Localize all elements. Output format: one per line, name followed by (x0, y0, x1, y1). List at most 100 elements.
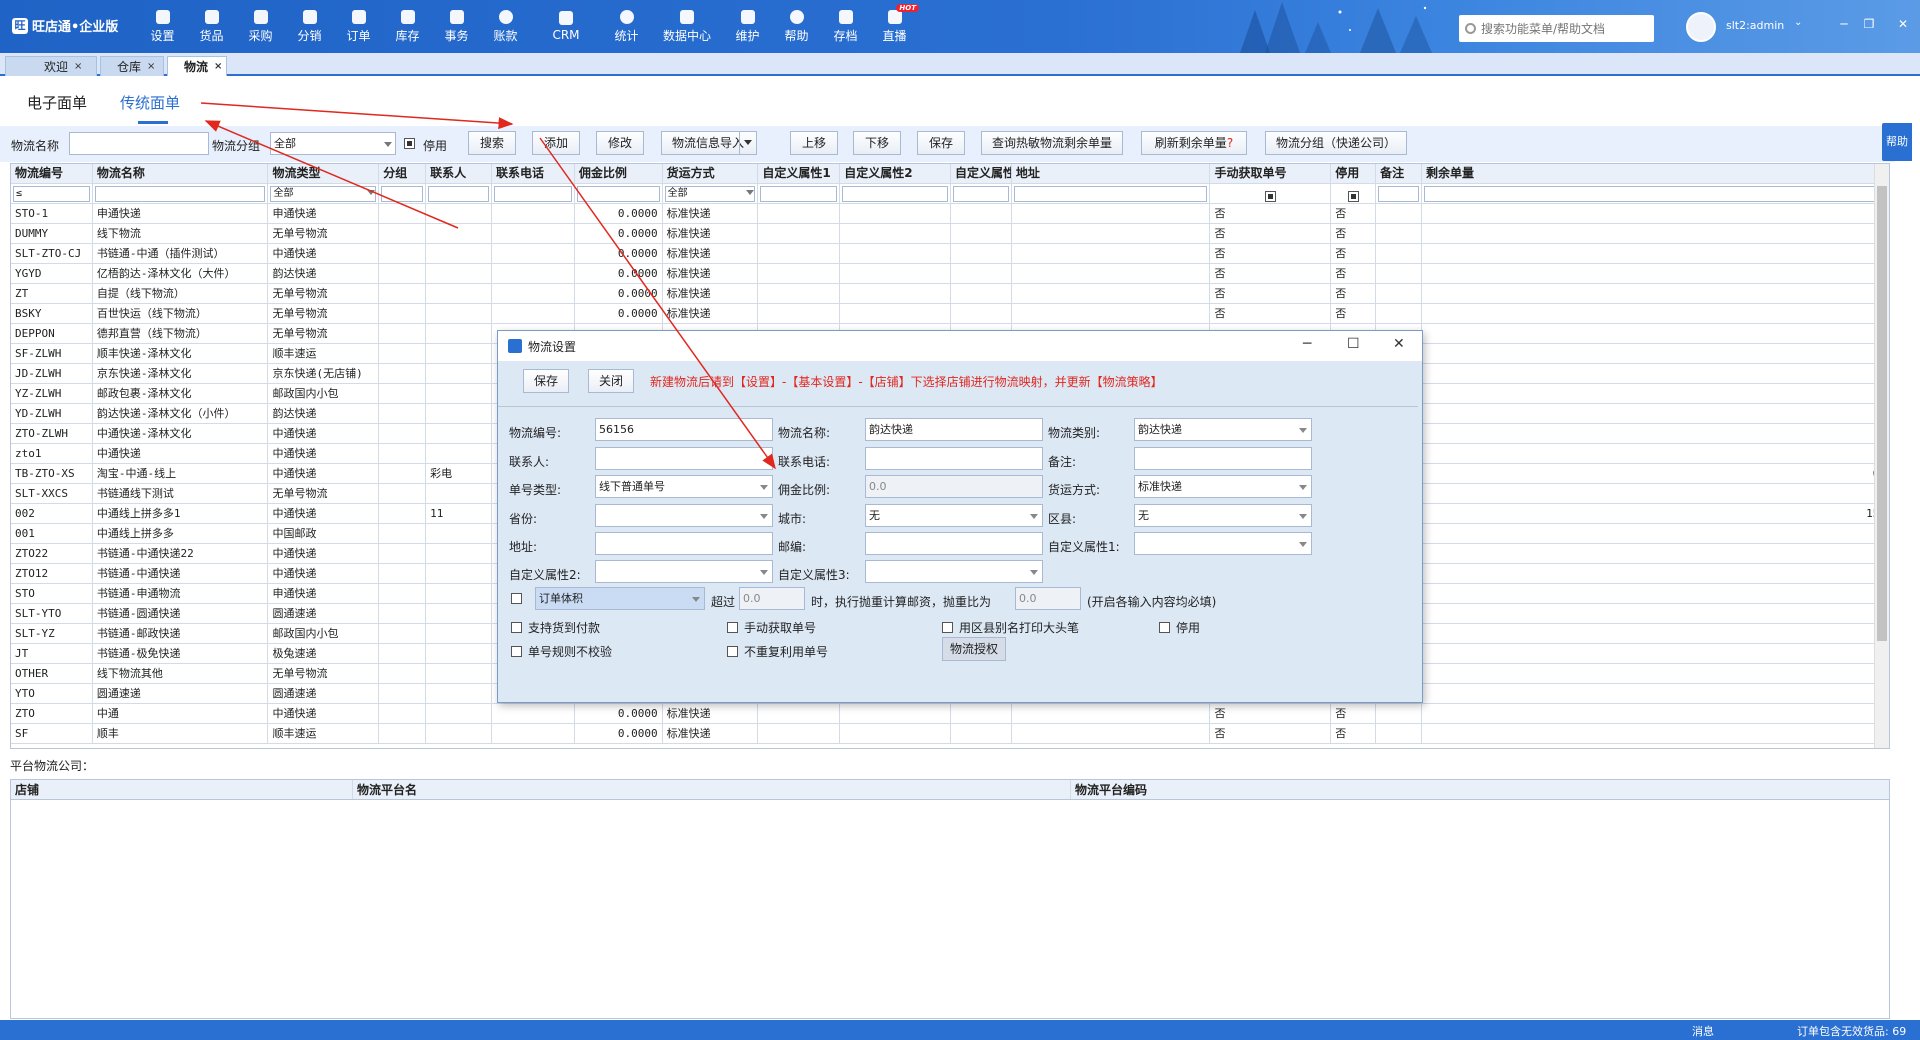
filter-input[interactable] (760, 186, 838, 202)
city-select[interactable]: 无 (865, 504, 1043, 527)
filter-input[interactable] (428, 186, 489, 202)
attr1-select[interactable] (1134, 532, 1312, 555)
disable-option[interactable]: 停用 (1159, 619, 1200, 636)
global-search[interactable] (1459, 15, 1654, 42)
tab-traditional-waybill[interactable]: 传统面单 (120, 92, 180, 113)
menu-item[interactable]: 直播 HOT (870, 0, 919, 53)
filter-input[interactable] (493, 186, 572, 202)
column-header[interactable]: 物流平台名 (353, 780, 1071, 799)
minimize-icon[interactable]: ─ (1303, 336, 1311, 352)
filter-input[interactable]: ≤ (13, 186, 90, 202)
alias-option[interactable]: 用区县别名打印大头笔 (942, 619, 1079, 636)
filter-input[interactable] (1378, 186, 1420, 202)
cod-checkbox[interactable] (511, 622, 522, 633)
table-row[interactable]: YGYD 亿梧韵达-泽林文化（大件） 韵达快递 0.0000 标准快递 否否 (11, 264, 1889, 284)
column-header[interactable]: 手动获取单号 (1210, 164, 1332, 184)
menu-item[interactable]: 账款 (481, 0, 530, 53)
rate-input[interactable]: 0.0 (865, 475, 1043, 498)
column-header[interactable]: 自定义属性2 (840, 164, 952, 184)
column-header[interactable]: 货运方式 (662, 164, 759, 184)
logistics-group-company-button[interactable]: 物流分组（快递公司） (1265, 131, 1407, 155)
ship-select[interactable]: 标准快递 (1134, 475, 1312, 498)
filter-input[interactable]: 全部 (270, 186, 377, 202)
scroll-thumb[interactable] (1877, 186, 1887, 641)
dialog-close-button[interactable]: 关闭 (588, 369, 634, 393)
type-select[interactable]: 韵达快递 (1134, 418, 1312, 441)
column-header[interactable]: 自定义属性 (951, 164, 1012, 184)
filter-input[interactable] (953, 186, 1009, 202)
filter-input[interactable] (576, 186, 660, 202)
name-input[interactable]: 韵达快递 (865, 418, 1043, 441)
filter-input[interactable] (842, 186, 949, 202)
phone-input[interactable] (865, 447, 1043, 470)
table-row[interactable]: ZTO 中通 中通快递 0.0000 标准快递 否否 (11, 704, 1889, 724)
menu-item[interactable]: 订单 (334, 0, 383, 53)
attr3-select[interactable] (865, 560, 1043, 583)
column-header[interactable]: 物流编号 (11, 164, 93, 184)
ratio-input[interactable]: 0.0 (1015, 587, 1081, 610)
menu-item[interactable]: 库存 (383, 0, 432, 53)
table-row[interactable]: ZT 自提（线下物流） 无单号物流 0.0000 标准快递 否否 (11, 284, 1889, 304)
attr2-select[interactable] (595, 560, 773, 583)
zip-input[interactable] (865, 532, 1043, 555)
column-header[interactable]: 备注 (1376, 164, 1423, 184)
manual-checkbox[interactable] (727, 622, 738, 633)
table-row[interactable]: DUMMY 线下物流 无单号物流 0.0000 标准快递 否否 (11, 224, 1889, 244)
column-header[interactable]: 自定义属性1 (758, 164, 841, 184)
column-header[interactable]: 物流名称 (92, 164, 269, 184)
address-input[interactable] (595, 532, 773, 555)
logistics-name-input[interactable] (69, 132, 209, 155)
no-rule-checkbox[interactable] (511, 646, 522, 657)
filter-input[interactable] (94, 186, 266, 202)
close-icon[interactable]: ✕ (1393, 336, 1405, 352)
filter-checkbox[interactable] (1264, 190, 1276, 202)
search-input[interactable] (1481, 21, 1641, 36)
search-button[interactable]: 搜索 (468, 131, 516, 155)
tab-welcome[interactable]: 欢迎 × (5, 56, 97, 76)
column-header[interactable]: 停用 (1331, 164, 1377, 184)
move-down-button[interactable]: 下移 (853, 131, 901, 155)
message-label[interactable]: 消息 (1692, 1023, 1714, 1039)
menu-item[interactable]: 采购 (236, 0, 285, 53)
column-header[interactable]: 佣金比例 (574, 164, 663, 184)
maximize-icon[interactable]: ☐ (1347, 336, 1360, 352)
alias-checkbox[interactable] (942, 622, 953, 633)
no-reuse-option[interactable]: 不重复利用单号 (727, 643, 828, 660)
table-row[interactable]: STO-1 申通快递 申通快递 0.0000 标准快递否否 (11, 204, 1889, 224)
help-button[interactable]: 帮助 (1882, 123, 1912, 161)
tab-logistics[interactable]: 物流 × (167, 56, 227, 76)
close-tab-icon[interactable]: × (74, 61, 82, 72)
over-input[interactable]: 0.0 (739, 587, 805, 610)
dialog-save-button[interactable]: 保存 (523, 369, 569, 393)
disabled-checkbox[interactable] (404, 138, 415, 149)
avatar[interactable] (1686, 12, 1716, 42)
column-header[interactable]: 地址 (1011, 164, 1211, 184)
tab-warehouse[interactable]: 仓库 × (100, 56, 164, 76)
chevron-down-icon[interactable]: ⌄ (1794, 17, 1802, 28)
code-input[interactable]: 56156 (595, 418, 773, 441)
restore-icon[interactable]: ❐ (1862, 17, 1876, 31)
no-reuse-checkbox[interactable] (727, 646, 738, 657)
column-header[interactable]: 剩余单量 (1422, 164, 1889, 184)
menu-item[interactable]: 数据中心 (651, 0, 723, 53)
volume-checkbox[interactable] (511, 593, 522, 604)
no-rule-option[interactable]: 单号规则不校验 (511, 643, 612, 660)
import-dropdown[interactable] (739, 132, 756, 154)
bill-type-select[interactable]: 线下普通单号 (595, 475, 773, 498)
disable-checkbox[interactable] (1159, 622, 1170, 633)
move-up-button[interactable]: 上移 (790, 131, 838, 155)
table-row[interactable]: BSKY 百世快运（线下物流） 无单号物流 0.0000 标准快递 否否 (11, 304, 1889, 324)
cod-option[interactable]: 支持货到付款 (511, 619, 600, 636)
filter-input[interactable]: 全部 (664, 186, 756, 202)
add-button[interactable]: 添加 (532, 131, 580, 155)
edit-button[interactable]: 修改 (596, 131, 644, 155)
minimize-icon[interactable]: ─ (1837, 17, 1851, 31)
column-header[interactable]: 联系电话 (491, 164, 575, 184)
save-button[interactable]: 保存 (917, 131, 965, 155)
refresh-remaining-button[interactable]: 刷新剩余单量? (1141, 131, 1247, 155)
menu-item[interactable]: CRM (530, 0, 602, 53)
menu-item[interactable]: 货品 (187, 0, 236, 53)
user-name[interactable]: slt2:admin (1726, 19, 1784, 32)
column-header[interactable]: 联系人 (426, 164, 492, 184)
menu-item[interactable]: 帮助 (772, 0, 821, 53)
